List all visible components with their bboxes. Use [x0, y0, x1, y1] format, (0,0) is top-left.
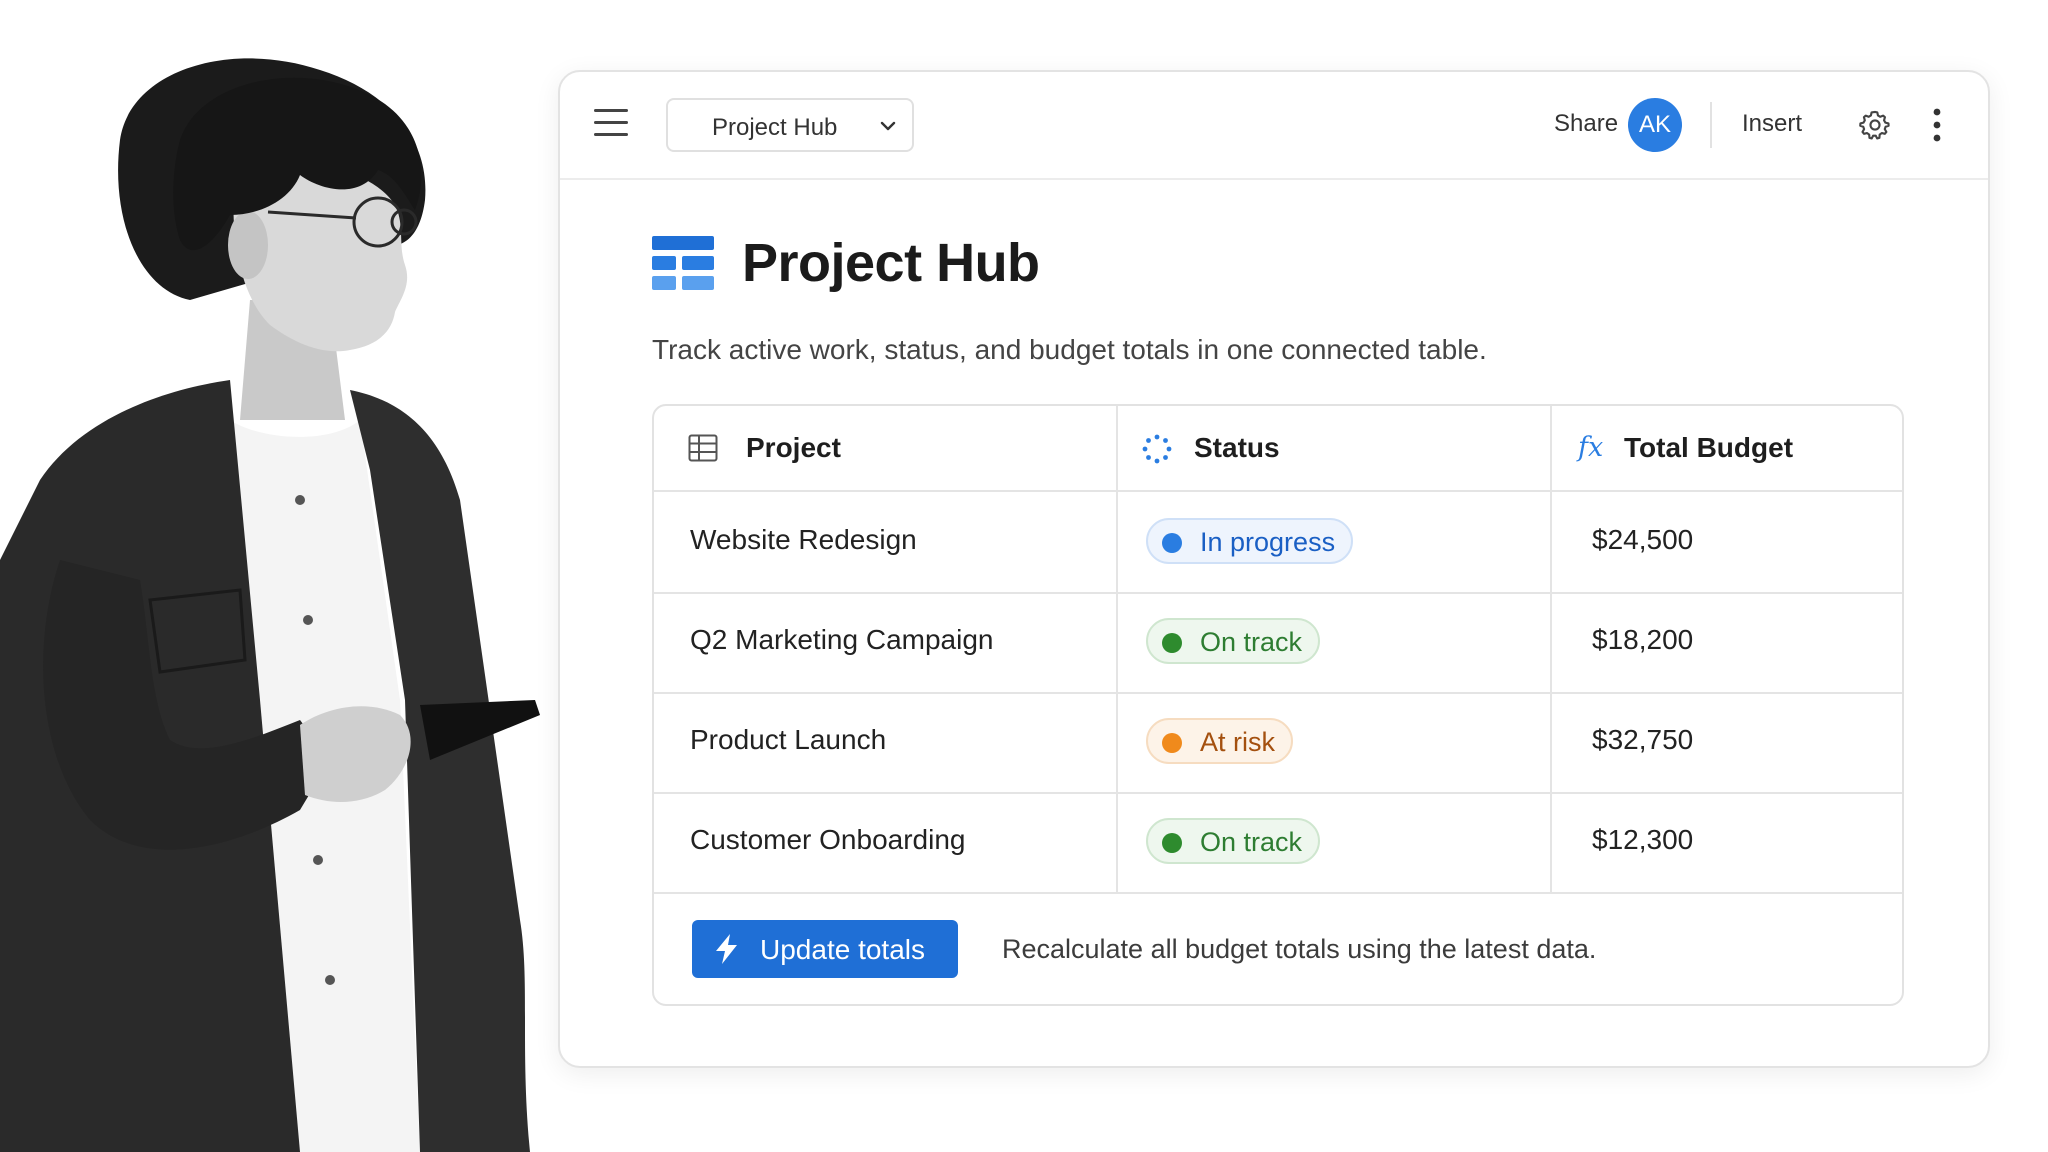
- lightning-bolt-icon: [716, 934, 737, 964]
- column-header-label: Status: [1194, 432, 1280, 463]
- toolbar: Project Hub Share AK Insert: [560, 72, 1988, 180]
- project-name-cell[interactable]: Q2 Marketing Campaign: [690, 624, 993, 656]
- budget-cell[interactable]: $24,500: [1592, 524, 1693, 556]
- projects-table: Project Status fx Total Budget Website R…: [652, 404, 1904, 1006]
- page-title: Project Hub: [742, 233, 1040, 293]
- chevron-down-icon: [880, 121, 896, 131]
- document-selector-label: Project Hub: [712, 114, 838, 141]
- update-totals-label: Update totals: [760, 934, 925, 965]
- more-options-icon[interactable]: [1922, 106, 1952, 144]
- table-app-icon: [652, 236, 714, 290]
- table-row[interactable]: Website Redesign In progress $24,500: [654, 492, 1902, 594]
- status-badge[interactable]: In progress: [1146, 518, 1354, 564]
- project-name-cell[interactable]: Website Redesign: [690, 524, 917, 556]
- project-name-cell[interactable]: Customer Onboarding: [690, 824, 965, 856]
- status-dot: [1162, 633, 1182, 653]
- status-dot: [1162, 733, 1182, 753]
- document-selector[interactable]: Project Hub: [666, 98, 914, 152]
- page-subtitle: Track active work, status, and budget to…: [652, 334, 1487, 365]
- table-row[interactable]: Q2 Marketing Campaign On track $18,200: [654, 592, 1902, 694]
- table-header-row: Project Status fx Total Budget: [654, 406, 1902, 492]
- status-badge[interactable]: On track: [1146, 818, 1321, 864]
- status-dot: [1162, 833, 1182, 853]
- status-badge-label: On track: [1200, 627, 1303, 657]
- update-totals-button[interactable]: Update totals: [692, 920, 958, 978]
- status-badge-label: At risk: [1200, 727, 1276, 757]
- budget-cell[interactable]: $18,200: [1592, 624, 1693, 656]
- budget-cell[interactable]: $32,750: [1592, 724, 1693, 756]
- column-header-label: Project: [746, 432, 841, 463]
- column-header-status[interactable]: Status: [1118, 406, 1550, 490]
- grid-table-icon: [688, 434, 718, 462]
- person-illustration: [0, 58, 540, 1152]
- table-footer: Update totals Recalculate all budget tot…: [654, 894, 1902, 1004]
- share-button[interactable]: Share: [1554, 110, 1618, 138]
- column-header-total-budget[interactable]: fx Total Budget: [1552, 406, 1902, 490]
- project-hub-window: Project Hub Share AK Insert Project Hub …: [558, 70, 1990, 1068]
- column-header-label: Total Budget: [1624, 432, 1794, 463]
- status-spinner-icon: [1142, 434, 1172, 464]
- hamburger-menu-icon[interactable]: [594, 107, 628, 139]
- formula-fx-icon: fx: [1578, 432, 1604, 463]
- column-header-project[interactable]: Project: [654, 406, 1116, 490]
- table-row[interactable]: Product Launch At risk $32,750: [654, 692, 1902, 794]
- footer-description: Recalculate all budget totals using the …: [1002, 934, 1597, 964]
- table-row[interactable]: Customer Onboarding On track $12,300: [654, 792, 1902, 894]
- status-badge[interactable]: At risk: [1146, 718, 1294, 764]
- gear-icon[interactable]: [1858, 108, 1892, 142]
- status-dot: [1162, 533, 1182, 553]
- toolbar-divider: [1710, 102, 1712, 148]
- insert-button[interactable]: Insert: [1742, 110, 1802, 138]
- avatar[interactable]: AK: [1628, 98, 1682, 152]
- project-name-cell[interactable]: Product Launch: [690, 724, 886, 756]
- budget-cell[interactable]: $12,300: [1592, 824, 1693, 856]
- status-badge-label: On track: [1200, 827, 1303, 857]
- status-badge[interactable]: On track: [1146, 618, 1321, 664]
- status-badge-label: In progress: [1200, 527, 1336, 557]
